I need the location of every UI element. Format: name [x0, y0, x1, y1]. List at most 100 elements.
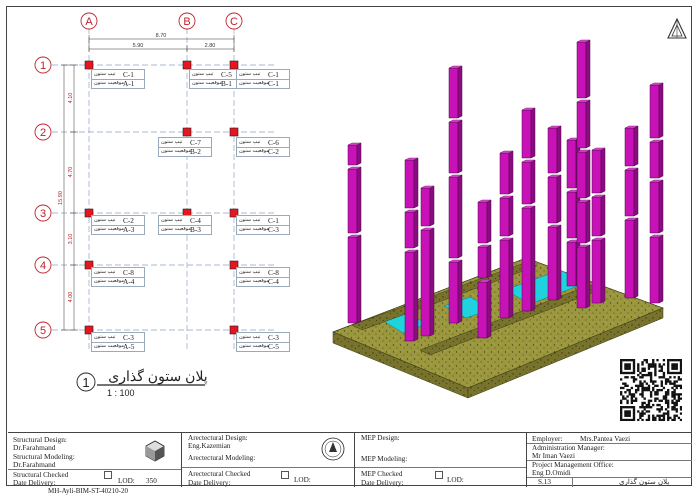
mep-checked-checkbox[interactable]: [435, 471, 443, 479]
column-3d-face: [591, 149, 602, 194]
structural-cell: Structural Design: Dr.Farahmand Structur…: [8, 433, 182, 487]
column-3d-face: [547, 127, 558, 174]
column-3d-side: [413, 249, 419, 342]
column-3d-face: [624, 127, 635, 167]
architectural-cell: Arectectural Design: Eng.Kazemian Arecte…: [182, 433, 355, 487]
mep-lod-label: LOD:: [447, 476, 464, 484]
qr-code: [620, 359, 682, 421]
structural-design-value: Dr.Farahmand: [13, 443, 56, 452]
column-3d-side: [429, 185, 435, 227]
structural-checked-label: Structural Checked: [13, 471, 69, 479]
column-3d-side: [356, 142, 362, 166]
column-3d-side: [658, 139, 664, 179]
column-3d-side: [633, 167, 639, 217]
column-3d-face: [499, 239, 510, 319]
column-3d-face: [591, 239, 602, 304]
arch-date-label: Date Delivery:: [188, 479, 231, 487]
pmo-value: Eng D.Omidi: [532, 469, 571, 477]
firm-logo-icon: [667, 18, 687, 39]
admin-value: Mr Iman Vaezi: [532, 452, 575, 460]
column-3d-side: [429, 227, 435, 337]
project-cell: Employer: Mrs.Pantea Vaezi Administratio…: [527, 433, 692, 487]
employer-label: Employer:: [532, 435, 563, 443]
column-3d-face: [547, 176, 558, 224]
column-3d-face: [547, 226, 558, 301]
column-3d-side: [585, 244, 591, 309]
structural-modeling-value: Dr.Farahmand: [13, 460, 56, 469]
employer-value: Mrs.Pantea Vaezi: [580, 435, 631, 443]
column-3d-face: [566, 139, 577, 189]
arch-modeling-label: Arectectural Modeling:: [188, 454, 256, 462]
column-3d-face: [591, 196, 602, 237]
column-3d-side: [556, 174, 562, 224]
column-3d-side: [585, 199, 591, 244]
column-3d-side: [508, 237, 514, 319]
column-3d-side: [457, 65, 463, 119]
column-3d-side: [556, 125, 562, 174]
structural-checked-checkbox[interactable]: [104, 471, 112, 479]
column-3d-side: [530, 107, 536, 159]
arch-checked-checkbox[interactable]: [281, 471, 289, 479]
column-3d-face: [576, 101, 587, 149]
file-code: MH-Ayli-BIM-ST-40210-20: [48, 487, 128, 495]
column-3d-face: [576, 201, 587, 244]
column-3d-face: [404, 251, 415, 342]
sheet-number: S.13: [538, 478, 551, 486]
title-block: Structural Design: Dr.Farahmand Structur…: [8, 432, 692, 487]
column-3d-side: [413, 157, 419, 209]
column-3d-face: [347, 236, 358, 324]
column-3d-face: [420, 187, 431, 227]
column-3d-face: [521, 161, 532, 205]
structural-date-label: Date Delivery:: [13, 479, 56, 487]
column-3d-side: [508, 195, 514, 237]
column-3d-face: [649, 141, 660, 179]
mep-checked-label: MEP Checked: [361, 470, 403, 478]
column-3d-face: [347, 144, 358, 166]
column-3d-face: [448, 261, 459, 324]
column-3d-side: [633, 217, 639, 299]
column-3d-side: [486, 244, 492, 279]
mep-date-label: Date Delivery:: [361, 479, 404, 487]
column-3d-side: [413, 209, 419, 249]
bim-cube-icon: [145, 440, 165, 462]
column-3d-side: [556, 224, 562, 301]
arch-design-value: Eng.Kazemian: [188, 442, 231, 450]
admin-label: Administration Manager:: [532, 444, 605, 452]
column-3d-face: [649, 236, 660, 304]
column-3d-face: [576, 246, 587, 309]
column-3d-face: [521, 207, 532, 312]
column-3d-side: [585, 99, 591, 149]
column-3d-face: [576, 41, 587, 99]
column-3d-side: [600, 194, 606, 237]
column-3d-side: [585, 39, 591, 99]
column-3d-face: [521, 109, 532, 159]
column-3d-face: [499, 197, 510, 237]
column-3d-face: [404, 211, 415, 249]
column-3d-side: [356, 234, 362, 324]
column-3d-side: [585, 149, 591, 199]
column-3d-side: [356, 166, 362, 234]
structure-3d-view: [332, 39, 664, 399]
column-3d-side: [508, 150, 514, 195]
pmo-label: Project Management Office:: [532, 461, 614, 469]
column-3d-face: [448, 176, 459, 259]
column-3d-face: [477, 246, 488, 279]
column-3d-face: [448, 121, 459, 174]
column-3d-face: [566, 241, 577, 287]
architect-emblem-icon: [321, 437, 345, 461]
column-3d-face: [420, 229, 431, 337]
mep-cell: MEP Design: MEP Modeling: MEP Checked Da…: [355, 433, 527, 487]
column-3d-side: [600, 237, 606, 304]
arch-checked-label: Arectectural Checked: [188, 470, 251, 478]
arch-lod-label: LOD:: [294, 476, 311, 484]
column-3d-side: [486, 279, 492, 339]
column-3d-face: [576, 151, 587, 199]
column-3d-face: [624, 169, 635, 217]
structural-lod-label: LOD:: [118, 477, 135, 485]
column-3d-side: [530, 159, 536, 205]
column-3d-side: [600, 147, 606, 194]
column-3d-face: [649, 181, 660, 234]
column-3d-face: [448, 67, 459, 119]
column-3d-side: [457, 119, 463, 174]
column-3d-side: [457, 174, 463, 259]
